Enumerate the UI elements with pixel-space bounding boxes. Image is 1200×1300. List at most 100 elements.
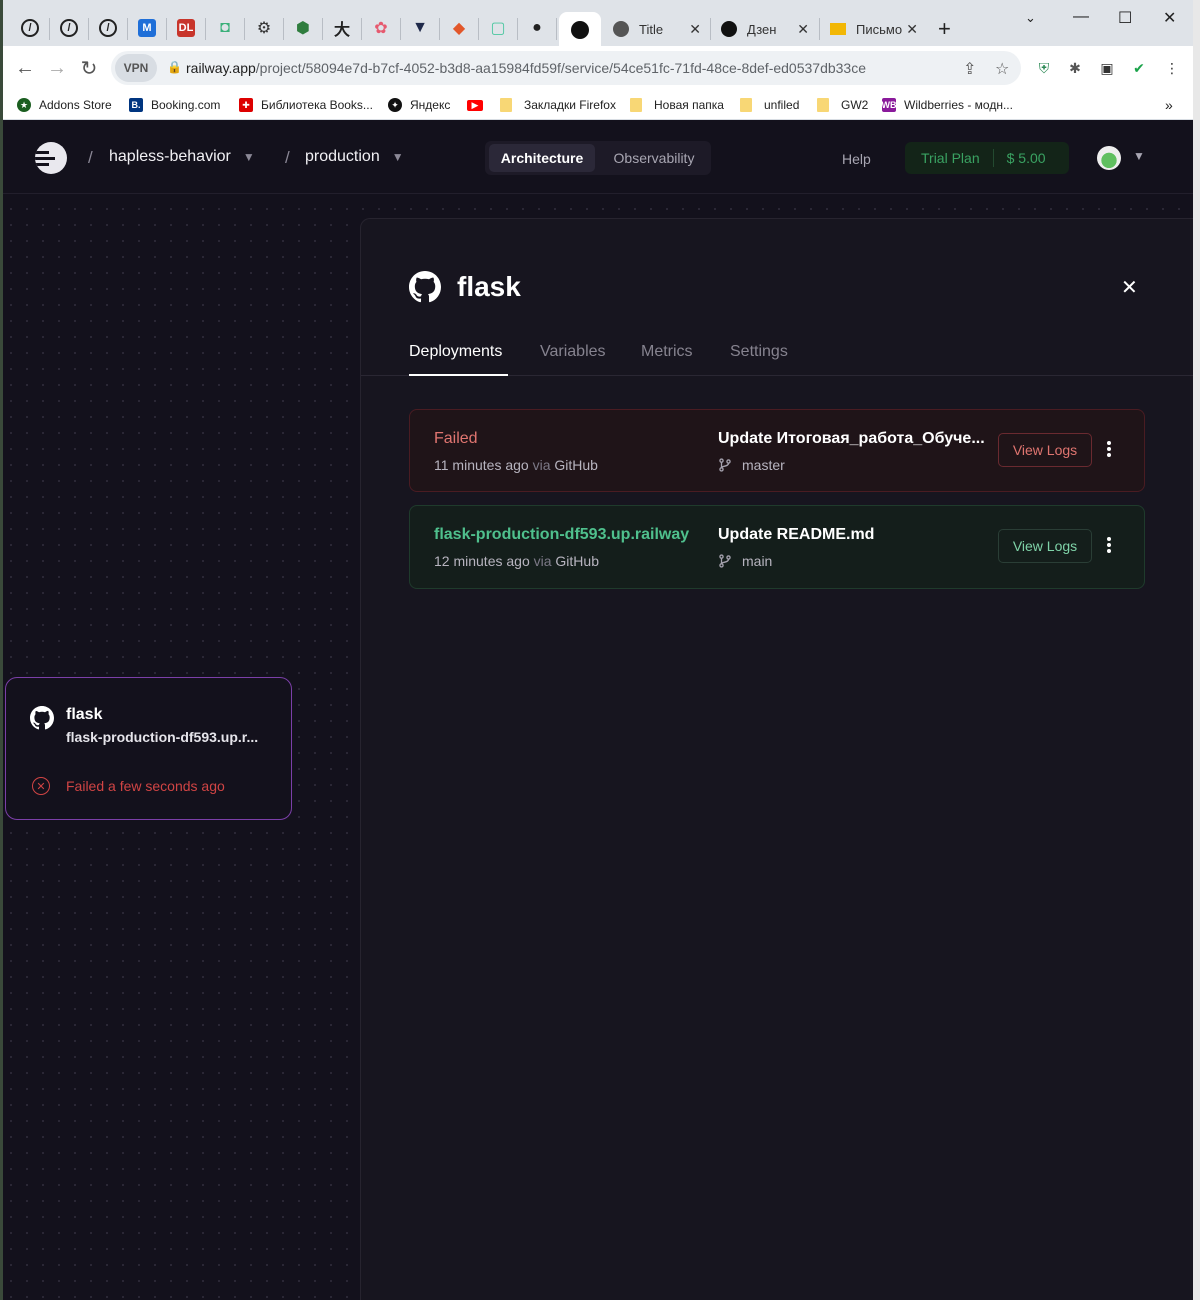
address-bar[interactable]: VPN 🔒 railway.app/project/58094e7d-b7cf-… [111, 51, 1021, 85]
bookmark-books-library[interactable]: ✚ Библиотека Books... [239, 95, 373, 115]
tab-dzen[interactable]: Дзен ✕ [711, 12, 819, 46]
environment-selector[interactable]: production ▼ [305, 148, 404, 166]
browser-tab[interactable]: / [12, 11, 48, 47]
tab-deployments[interactable]: Deployments [409, 343, 502, 361]
url-path: /project/58094e7d-b7cf-4052-b3d8-aa15984… [255, 60, 867, 76]
lock-icon[interactable]: 🔒 [167, 60, 182, 74]
commit-message: Update Итоговая_работа_Обуче... [718, 430, 985, 447]
browser-tab[interactable]: / [90, 11, 126, 47]
trial-plan-badge[interactable]: Trial Plan $ 5.00 [905, 142, 1069, 174]
deployment-row[interactable]: Failed 11 minutes ago via GitHub Update … [409, 409, 1145, 492]
failed-icon: ✕ [32, 777, 50, 795]
tab-close-icon[interactable]: ✕ [906, 21, 918, 38]
bookmark-label: Библиотека Books... [261, 98, 373, 112]
shield-check-icon[interactable]: ✔ [1130, 59, 1148, 77]
bookmark-star-icon[interactable]: ☆ [995, 59, 1009, 79]
deployment-row[interactable]: flask-production-df593.up.railway 12 min… [409, 505, 1145, 589]
minimize-button[interactable]: — [1073, 8, 1089, 26]
observability-tab[interactable]: Observability [601, 144, 707, 172]
bookmark-folder-new[interactable]: Новая папка [630, 95, 724, 115]
bookmark-youtube[interactable]: ▶ [467, 95, 483, 115]
deployment-url[interactable]: flask-production-df593.up.railway [434, 526, 696, 544]
view-logs-button[interactable]: View Logs [998, 529, 1092, 563]
vpn-badge[interactable]: VPN [115, 54, 157, 82]
close-icon[interactable]: ✕ [1121, 275, 1138, 300]
browser-tab[interactable]: 大 [324, 11, 360, 47]
more-bookmarks-button[interactable]: » [1165, 95, 1173, 115]
menu-icon[interactable]: ⋮ [1163, 59, 1181, 77]
browser-tab[interactable]: ◆ [441, 11, 477, 47]
chevron-down-icon[interactable]: ▼ [1133, 149, 1145, 163]
more-options-icon[interactable] [1107, 537, 1111, 555]
deployment-status: Failed [434, 430, 478, 447]
maximize-button[interactable]: ☐ [1118, 8, 1132, 28]
tab-railway-active[interactable] [559, 12, 601, 46]
adguard-icon[interactable]: ⛨ [1035, 59, 1053, 77]
tab-separator [322, 18, 323, 40]
panel-tabs: Deployments Variables Metrics Settings [361, 333, 1194, 376]
view-logs-button[interactable]: View Logs [998, 433, 1092, 467]
bookmark-label: Новая папка [654, 98, 724, 112]
bookmark-folder-unfiled[interactable]: unfiled [740, 95, 799, 115]
bookmark-wildberries[interactable]: WB Wildberries - модн... [882, 95, 1013, 115]
tab-close-icon[interactable]: ✕ [689, 21, 701, 38]
new-tab-button[interactable]: + [938, 16, 951, 42]
browser-tab[interactable]: ◘ [207, 11, 243, 47]
branch-name: master [742, 457, 785, 473]
close-window-button[interactable]: ✕ [1163, 8, 1176, 28]
tab-variables[interactable]: Variables [540, 343, 606, 361]
browser-tab[interactable]: M [129, 11, 165, 47]
bookmark-folder-firefox[interactable]: Закладки Firefox [500, 95, 616, 115]
deployment-via: via [533, 553, 552, 569]
tab-separator [88, 18, 89, 40]
desktop-edge [1193, 0, 1200, 1300]
flower-icon: ✿ [374, 20, 388, 37]
tab-search-icon[interactable]: ⌄ [1025, 10, 1036, 26]
bookmark-addons-store[interactable]: ★ Addons Store [17, 95, 112, 115]
project-selector[interactable]: hapless-behavior ▼ [109, 148, 255, 166]
node-status: Failed a few seconds ago [66, 778, 225, 794]
service-node-flask[interactable]: flask flask-production-df593.up.r... ✕ F… [5, 677, 292, 820]
browser-tab[interactable]: ✿ [363, 11, 399, 47]
reload-button[interactable]: ↻ [77, 56, 101, 80]
bookmark-folder-gw2[interactable]: GW2 [817, 95, 868, 115]
active-tab-indicator [409, 374, 508, 376]
gitbook-icon: / [60, 19, 78, 37]
folder-icon [740, 98, 752, 112]
tab-dzen-label: Дзен [747, 21, 777, 37]
tab-metrics[interactable]: Metrics [641, 343, 693, 361]
extensions-icon[interactable]: ✱ [1066, 59, 1084, 77]
share-icon[interactable]: ⇪ [963, 59, 976, 79]
railway-canvas[interactable]: / hapless-behavior ▼ / production ▼ Archit… [3, 121, 1194, 1300]
deployment-via: via [532, 457, 551, 473]
deployment-time: 11 minutes ago [434, 457, 529, 473]
badge-icon: ▼ [412, 19, 428, 36]
tab-mail[interactable]: Письмо ✕ [820, 12, 928, 46]
browser-tab[interactable]: ⬢ [285, 11, 321, 47]
back-button[interactable]: ← [13, 56, 37, 80]
url-text[interactable]: railway.app/project/58094e7d-b7cf-4052-b… [186, 60, 866, 76]
chevron-down-icon: ▼ [242, 150, 255, 164]
tab-settings[interactable]: Settings [730, 343, 788, 361]
bookmark-yandex[interactable]: ✦ Яндекс [388, 95, 450, 115]
tab-separator [205, 18, 206, 40]
browser-tab[interactable]: / [51, 11, 87, 47]
browser-tab[interactable]: DL [168, 11, 204, 47]
github-icon [30, 706, 54, 730]
browser-tab[interactable]: ● [519, 11, 555, 47]
browser-tab[interactable]: ⚙ [246, 11, 282, 47]
tab-title[interactable]: Title ✕ [603, 12, 711, 46]
browser-tab[interactable]: ▼ [402, 11, 438, 47]
railway-logo[interactable] [35, 142, 67, 174]
forward-button[interactable]: → [45, 56, 69, 80]
tab-close-icon[interactable]: ✕ [797, 21, 809, 38]
architecture-tab[interactable]: Architecture [489, 144, 595, 172]
chevron-down-icon: ▼ [391, 150, 404, 164]
help-link[interactable]: Help [842, 151, 871, 167]
sidepanel-icon[interactable]: ▣ [1098, 59, 1116, 77]
browser-tab[interactable]: ▢ [480, 11, 516, 47]
more-options-icon[interactable] [1107, 441, 1111, 459]
avatar[interactable] [1097, 146, 1121, 170]
tab-separator [283, 18, 284, 40]
bookmark-booking[interactable]: B. Booking.com [129, 95, 220, 115]
